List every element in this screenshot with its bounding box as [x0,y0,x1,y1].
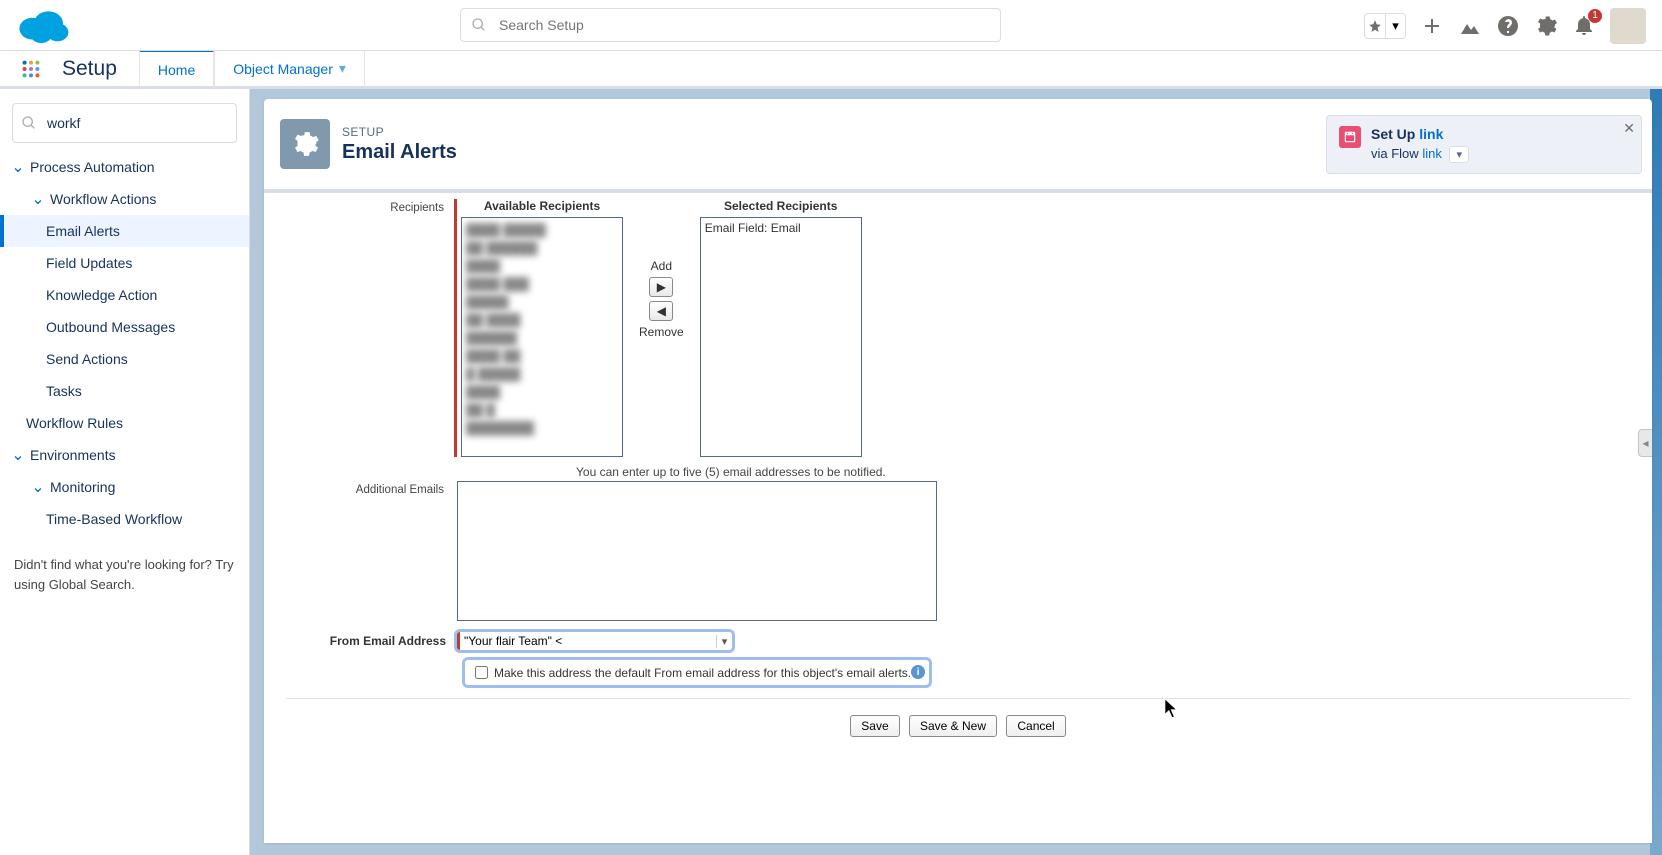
info-icon[interactable]: i [911,665,925,679]
tree-label: Field Updates [46,255,132,271]
remove-button[interactable]: ◀ [649,301,673,321]
expand-icon: ⌄ [6,445,30,465]
salesforce-logo-icon [14,5,72,45]
setup-tree-sidebar: ⌄ Process Automation ⌄ Workflow Actions … [0,89,250,855]
tree-label: Monitoring [50,479,115,495]
search-icon [21,115,37,131]
email-alert-form: Recipients Available Recipients ████ ███… [264,189,1652,843]
context-bar: Setup Home Object Manager ▾ [0,51,1662,89]
toast-link-1[interactable]: link [1419,126,1443,142]
expand-icon: ⌄ [6,157,30,177]
tree-label: Email Alerts [46,223,120,239]
expand-icon: ⌄ [26,189,50,209]
tree-tasks[interactable]: Tasks [0,375,249,407]
gear-icon [280,119,330,169]
event-icon [1339,126,1361,148]
help-icon[interactable] [1496,14,1520,38]
tree-label: Tasks [46,383,82,399]
tree-label: Outbound Messages [46,319,175,335]
star-icon [1365,14,1385,38]
selected-recipients-label: Selected Recipients [724,199,837,213]
tree-workflow-rules[interactable]: Workflow Rules [0,407,249,439]
favorites-button[interactable]: ▾ [1364,13,1406,39]
tree-workflow-actions[interactable]: ⌄ Workflow Actions [0,183,249,215]
tree-label: Knowledge Action [46,287,157,303]
tree-outbound-messages[interactable]: Outbound Messages [0,311,249,343]
default-from-highlight: Make this address the default From email… [462,657,932,688]
promo-toast: Set Up link via Flow link ▾ ✕ [1326,115,1642,174]
tree-environments[interactable]: ⌄ Environments [0,439,249,471]
toast-link-2[interactable]: link [1422,146,1442,161]
tab-object-manager[interactable]: Object Manager ▾ [214,50,365,88]
page-panel: SETUP Email Alerts Set Up link via Flow [264,99,1652,843]
header-utilities: ▾ 1 [1364,8,1646,44]
selected-recipients-list[interactable]: Email Field: Email [700,217,862,457]
global-search-input[interactable] [497,16,1000,34]
tree-label: Environments [30,447,116,463]
page-title: Email Alerts [342,141,457,164]
chevron-down-icon: ▾ [1456,148,1462,161]
additional-emails-hint: You can enter up to five (5) email addre… [576,465,1630,479]
tree-field-updates[interactable]: Field Updates [0,247,249,279]
cancel-button[interactable]: Cancel [1006,715,1065,737]
notifications-button[interactable]: 1 [1572,13,1596,40]
tree-knowledge-action[interactable]: Knowledge Action [0,279,249,311]
default-from-label: Make this address the default From email… [494,666,911,680]
notification-count: 1 [1588,9,1602,23]
tree-process-automation[interactable]: ⌄ Process Automation [0,151,249,183]
tree-time-based-workflow[interactable]: Time-Based Workflow [0,503,249,535]
side-collapse-tab[interactable]: ◂ [1638,429,1652,457]
from-email-label: From Email Address [286,634,454,648]
gear-icon[interactable] [1534,14,1558,38]
chevron-down-icon: ▾ [339,60,346,77]
from-email-select[interactable]: "Your flair Team" < [460,632,716,650]
additional-emails-label: Additional Emails [286,481,454,496]
tree-email-alerts[interactable]: Email Alerts [0,215,249,247]
tree-label: Workflow Rules [26,415,123,431]
form-actions: Save Save & New Cancel [286,698,1630,749]
trailhead-icon[interactable] [1458,14,1482,38]
remove-label: Remove [639,325,684,339]
add-icon[interactable] [1420,14,1444,38]
breadcrumb: SETUP [342,125,457,139]
from-email-highlight: "Your flair Team" < ▾ [454,629,735,653]
close-icon[interactable]: ✕ [1623,120,1635,137]
search-icon [471,17,487,33]
quick-find-input[interactable] [45,114,236,132]
list-item[interactable]: Email Field: Email [705,221,857,235]
save-new-button[interactable]: Save & New [909,715,997,737]
setup-tree: ⌄ Process Automation ⌄ Workflow Actions … [0,151,249,535]
save-button[interactable]: Save [850,715,899,737]
tab-home[interactable]: Home [139,49,214,87]
recipients-label: Recipients [286,199,454,214]
available-recipients-label: Available Recipients [484,199,600,213]
chevron-down-icon: ▾ [716,635,732,648]
global-search [460,8,1001,42]
quick-find [12,103,237,143]
toast-cta[interactable]: ▾ [1449,146,1469,163]
main-canvas: SETUP Email Alerts Set Up link via Flow [250,89,1662,855]
avatar[interactable] [1610,8,1646,44]
tree-label: Send Actions [46,351,128,367]
app-name: Setup [62,57,117,81]
tree-label: Workflow Actions [50,191,156,207]
tab-object-manager-label: Object Manager [233,61,333,77]
toast-line2-text: via Flow [1371,146,1419,161]
add-label: Add [651,259,672,273]
expand-icon: ⌄ [26,477,50,497]
add-button[interactable]: ▶ [649,277,673,297]
tree-label: Time-Based Workflow [46,511,182,527]
default-from-checkbox[interactable] [475,666,488,679]
additional-emails-input[interactable] [457,481,937,621]
toast-line1-text: Set Up [1371,126,1415,142]
tree-send-actions[interactable]: Send Actions [0,343,249,375]
app-launcher-icon[interactable] [20,58,42,80]
tree-monitoring[interactable]: ⌄ Monitoring [0,471,249,503]
available-recipients-list[interactable]: ████ ███████ ██████████████ ███ ███████ … [461,217,623,457]
chevron-down-icon: ▾ [1385,14,1405,38]
tree-label: Process Automation [30,159,155,175]
sidebar-help-text: Didn't find what you're looking for? Try… [0,535,249,594]
global-header: ▾ 1 [0,0,1662,51]
